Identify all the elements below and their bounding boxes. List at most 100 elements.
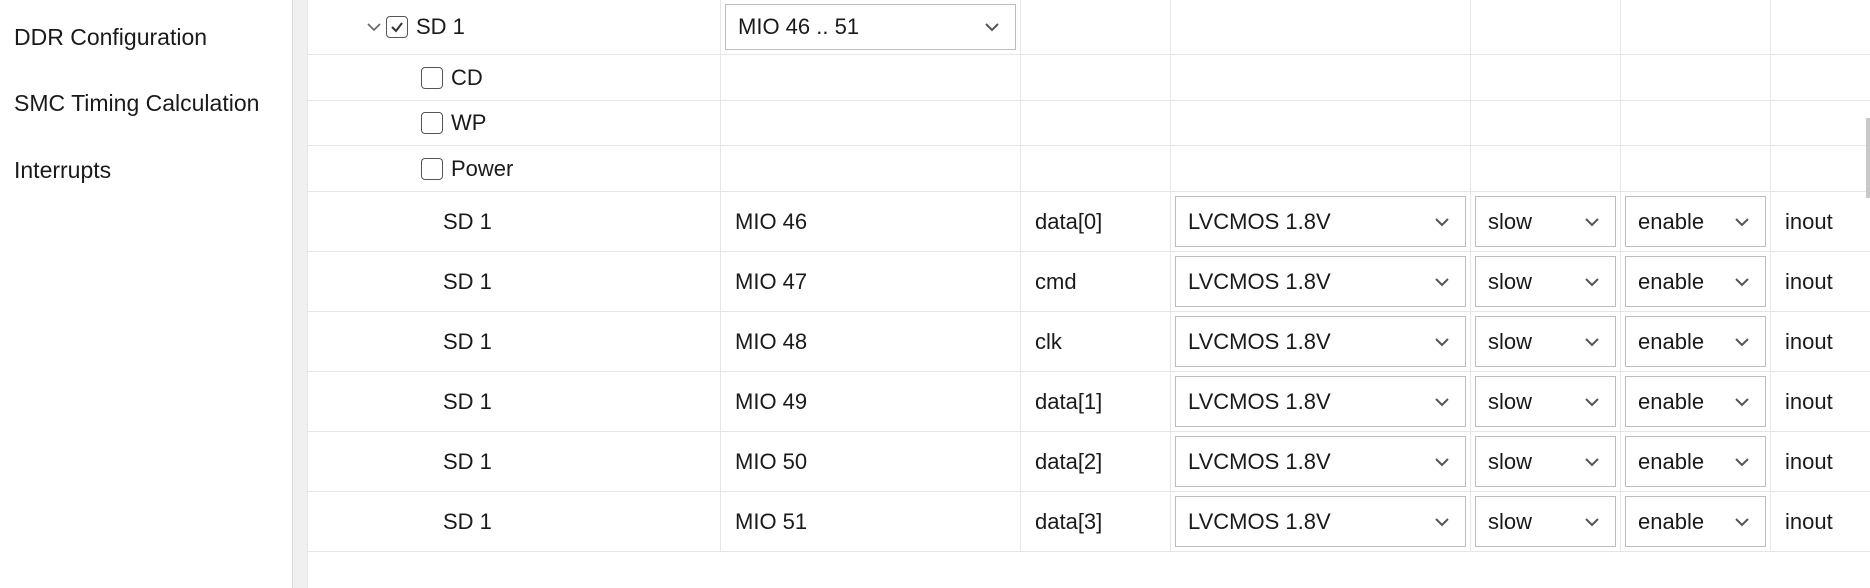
mio-pin: MIO 46 bbox=[721, 192, 1021, 251]
empty-cell bbox=[721, 55, 1021, 100]
power-checkbox[interactable] bbox=[421, 157, 443, 180]
peripheral-cell: SD 1 bbox=[308, 252, 721, 311]
io-type-value: LVCMOS 1.8V bbox=[1188, 448, 1331, 474]
option-cell: WP bbox=[308, 101, 721, 145]
mio-pin: MIO 50 bbox=[721, 432, 1021, 491]
option-label: CD bbox=[451, 64, 483, 90]
speed-value: slow bbox=[1488, 448, 1533, 474]
speed-value: slow bbox=[1488, 268, 1533, 294]
speed-cell: slow bbox=[1471, 432, 1621, 491]
speed-dropdown[interactable]: slow bbox=[1475, 376, 1616, 427]
chevron-down-icon[interactable] bbox=[366, 21, 382, 33]
pullup-value: enable bbox=[1638, 328, 1705, 354]
sidebar-nav: DDR Configuration SMC Timing Calculation… bbox=[0, 0, 292, 588]
empty-cell bbox=[1021, 101, 1171, 145]
peripheral-cell: SD 1 bbox=[308, 372, 721, 431]
io-type-cell: LVCMOS 1.8V bbox=[1171, 372, 1471, 431]
empty-cell bbox=[1771, 0, 1870, 54]
pullup-value: enable bbox=[1638, 268, 1705, 294]
table-row-option: WP bbox=[308, 101, 1870, 146]
table-row-pin: SD 1 MIO 46 data[0] LVCMOS 1.8V slow ena… bbox=[308, 192, 1870, 252]
empty-cell bbox=[1621, 101, 1771, 145]
io-type-dropdown[interactable]: LVCMOS 1.8V bbox=[1175, 376, 1466, 427]
io-type-dropdown[interactable]: LVCMOS 1.8V bbox=[1175, 256, 1466, 307]
io-type-dropdown[interactable]: LVCMOS 1.8V bbox=[1175, 316, 1466, 367]
speed-dropdown[interactable]: slow bbox=[1475, 496, 1616, 547]
empty-cell bbox=[1171, 146, 1471, 191]
empty-cell bbox=[1771, 55, 1870, 100]
pullup-dropdown[interactable]: enable bbox=[1625, 256, 1766, 307]
mio-pin: MIO 51 bbox=[721, 492, 1021, 551]
pullup-value: enable bbox=[1638, 388, 1705, 414]
table-row-pin: SD 1 MIO 49 data[1] LVCMOS 1.8V slow ena… bbox=[308, 372, 1870, 432]
pullup-dropdown[interactable]: enable bbox=[1625, 436, 1766, 487]
chevron-down-icon bbox=[1585, 337, 1599, 346]
empty-cell bbox=[721, 101, 1021, 145]
table-row-pin: SD 1 MIO 47 cmd LVCMOS 1.8V slow enable … bbox=[308, 252, 1870, 312]
option-label: Power bbox=[451, 155, 514, 181]
chevron-down-icon bbox=[1435, 217, 1449, 226]
chevron-down-icon bbox=[1735, 457, 1749, 466]
signal-name: data[2] bbox=[1021, 432, 1171, 491]
pullup-dropdown[interactable]: enable bbox=[1625, 496, 1766, 547]
chevron-down-icon bbox=[1585, 397, 1599, 406]
sd-enable-checkbox[interactable] bbox=[386, 16, 408, 38]
pullup-value: enable bbox=[1638, 448, 1705, 474]
speed-dropdown[interactable]: slow bbox=[1475, 256, 1616, 307]
speed-dropdown[interactable]: slow bbox=[1475, 316, 1616, 367]
empty-cell bbox=[1471, 101, 1621, 145]
direction-value: inout bbox=[1785, 268, 1833, 294]
chevron-down-icon bbox=[1585, 217, 1599, 226]
option-cell: Power bbox=[308, 146, 721, 191]
table-row-pin: SD 1 MIO 50 data[2] LVCMOS 1.8V slow ena… bbox=[308, 432, 1870, 492]
speed-cell: slow bbox=[1471, 312, 1621, 371]
table-row-option: Power bbox=[308, 146, 1870, 192]
io-type-dropdown[interactable]: LVCMOS 1.8V bbox=[1175, 496, 1466, 547]
io-type-dropdown[interactable]: LVCMOS 1.8V bbox=[1175, 196, 1466, 247]
io-type-value: LVCMOS 1.8V bbox=[1188, 268, 1331, 294]
speed-cell: slow bbox=[1471, 252, 1621, 311]
wp-checkbox[interactable] bbox=[421, 112, 443, 134]
sidebar-item-interrupts[interactable]: Interrupts bbox=[14, 157, 111, 184]
io-type-dropdown[interactable]: LVCMOS 1.8V bbox=[1175, 436, 1466, 487]
vertical-scrollbar[interactable] bbox=[1866, 118, 1870, 198]
speed-value: slow bbox=[1488, 328, 1533, 354]
chevron-down-icon bbox=[1735, 397, 1749, 406]
empty-cell bbox=[1621, 146, 1771, 191]
sd-group-label: SD 1 bbox=[416, 14, 465, 39]
sidebar-item-ddr-configuration[interactable]: DDR Configuration bbox=[14, 24, 207, 51]
cd-checkbox[interactable] bbox=[421, 66, 443, 89]
pullup-dropdown[interactable]: enable bbox=[1625, 316, 1766, 367]
chevron-down-icon bbox=[1585, 517, 1599, 526]
mio-range-value: MIO 46 .. 51 bbox=[738, 14, 860, 39]
speed-dropdown[interactable]: slow bbox=[1475, 436, 1616, 487]
direction-value: inout bbox=[1785, 388, 1833, 414]
pullup-value: enable bbox=[1638, 508, 1705, 534]
speed-dropdown[interactable]: slow bbox=[1475, 196, 1616, 247]
pullup-cell: enable bbox=[1621, 252, 1771, 311]
mio-config-table: SD 1 MIO 46 .. 51 CD WP Power SD 1 MIO 4… bbox=[308, 0, 1870, 588]
speed-cell: slow bbox=[1471, 372, 1621, 431]
panel-splitter[interactable] bbox=[292, 0, 308, 588]
mio-pin: MIO 48 bbox=[721, 312, 1021, 371]
pullup-value: enable bbox=[1638, 208, 1705, 234]
speed-value: slow bbox=[1488, 508, 1533, 534]
peripheral-cell: SD 1 bbox=[308, 432, 721, 491]
empty-cell bbox=[1621, 55, 1771, 100]
peripheral-label: SD 1 bbox=[443, 448, 492, 474]
signal-name: clk bbox=[1021, 312, 1171, 371]
sidebar-item-smc-timing-calculation[interactable]: SMC Timing Calculation bbox=[14, 90, 259, 117]
signal-name: data[1] bbox=[1021, 372, 1171, 431]
pullup-dropdown[interactable]: enable bbox=[1625, 196, 1766, 247]
peripheral-cell: SD 1 bbox=[308, 312, 721, 371]
peripheral-label: SD 1 bbox=[443, 388, 492, 414]
empty-cell bbox=[1621, 0, 1771, 54]
mio-range-dropdown[interactable]: MIO 46 .. 51 bbox=[725, 4, 1016, 50]
pullup-dropdown[interactable]: enable bbox=[1625, 376, 1766, 427]
peripheral-cell: SD 1 bbox=[308, 192, 721, 251]
speed-cell: slow bbox=[1471, 192, 1621, 251]
chevron-down-icon bbox=[1435, 277, 1449, 286]
empty-cell bbox=[1471, 146, 1621, 191]
mio-pin: MIO 47 bbox=[721, 252, 1021, 311]
chevron-down-icon bbox=[1735, 337, 1749, 346]
